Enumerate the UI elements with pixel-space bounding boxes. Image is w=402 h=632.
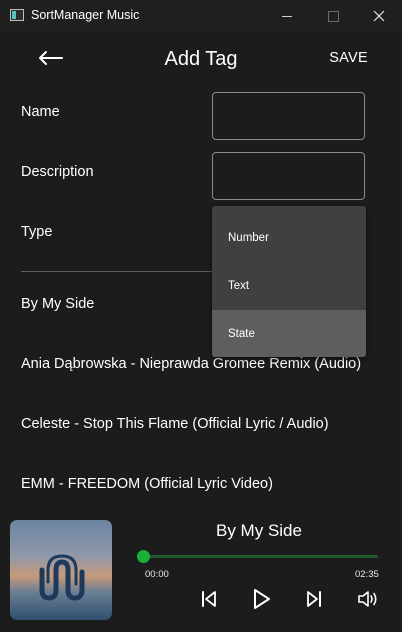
- close-button[interactable]: [356, 0, 402, 32]
- type-option-number[interactable]: Number: [212, 214, 366, 262]
- skip-next-icon: [307, 591, 321, 607]
- save-button[interactable]: SAVE: [329, 50, 368, 66]
- type-label: Type: [21, 224, 53, 240]
- type-option-state[interactable]: State: [212, 310, 366, 357]
- list-item[interactable]: Ania Dąbrowska - Nieprawda Gromee Remix …: [21, 356, 361, 372]
- type-dropdown-menu: Number Text State: [212, 206, 366, 357]
- album-art: [10, 520, 112, 620]
- skip-previous-icon: [202, 591, 216, 607]
- now-playing-title: By My Side: [216, 521, 302, 540]
- maximize-button[interactable]: [310, 0, 356, 32]
- list-item[interactable]: By My Side: [21, 296, 94, 312]
- name-field[interactable]: [212, 92, 365, 140]
- divider: [21, 271, 212, 272]
- maximize-icon: [327, 10, 339, 22]
- description-field[interactable]: [212, 152, 365, 200]
- list-item[interactable]: Celeste - Stop This Flame (Official Lyri…: [21, 416, 329, 432]
- app-bar: Add Tag SAVE: [0, 32, 402, 84]
- window-title: SortManager Music: [31, 8, 140, 22]
- list-item[interactable]: EMM - FREEDOM (Official Lyric Video): [21, 476, 273, 492]
- name-label: Name: [21, 104, 60, 120]
- minimize-icon: [282, 15, 292, 17]
- window-titlebar: SortManager Music: [0, 0, 402, 32]
- elapsed-time: 00:00: [145, 569, 169, 580]
- close-icon: [373, 10, 385, 22]
- description-label: Description: [21, 164, 94, 180]
- album-logo: [39, 554, 85, 601]
- app-icon: [10, 9, 24, 21]
- volume-button[interactable]: [355, 586, 381, 612]
- type-option-text[interactable]: Text: [212, 262, 366, 310]
- minimize-button[interactable]: [264, 0, 310, 32]
- progress-track[interactable]: [144, 555, 378, 558]
- play-icon: [254, 589, 270, 609]
- previous-button[interactable]: [196, 586, 222, 612]
- next-button[interactable]: [301, 586, 327, 612]
- duration-time: 02:35: [355, 569, 379, 580]
- volume-icon: [358, 591, 377, 607]
- player-bar: By My Side 00:00 02:35: [0, 512, 402, 632]
- play-button[interactable]: [248, 586, 274, 612]
- progress-handle[interactable]: [137, 550, 150, 563]
